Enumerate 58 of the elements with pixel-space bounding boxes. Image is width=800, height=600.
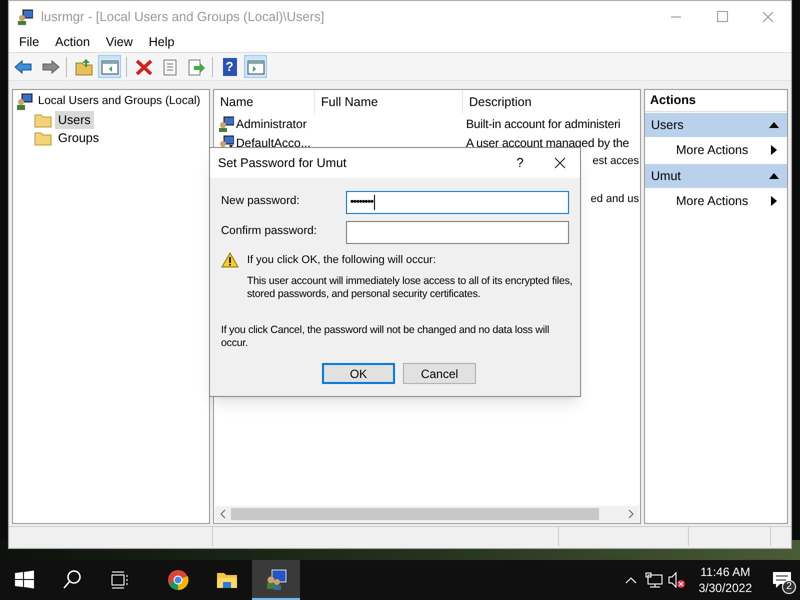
scrollbar-thumb[interactable] <box>231 508 599 520</box>
clock-time: 11:46 AM <box>700 564 750 580</box>
clock[interactable]: 11:46 AM 3/30/2022 <box>698 564 752 596</box>
tree-item[interactable]: Local Users and Groups (Local) <box>38 93 200 111</box>
warning-heading: If you click OK, the following will occur: <box>247 253 437 267</box>
action-link[interactable]: More Actions <box>676 192 748 210</box>
section-title: Users <box>651 116 684 134</box>
menu-item[interactable]: File <box>11 33 48 52</box>
app-icon <box>17 9 33 25</box>
dialog-button[interactable]: Cancel <box>403 363 476 384</box>
section-header[interactable]: Users <box>645 113 787 137</box>
toolbar-button[interactable] <box>98 55 121 78</box>
field-label: New password: <box>221 194 301 210</box>
submenu-arrow-icon <box>771 145 777 155</box>
computer-users-icon <box>16 93 34 111</box>
help-icon: ? <box>222 58 236 76</box>
password-field[interactable]: •••••••• <box>346 190 569 214</box>
table-cell-text: DefaultAcco... <box>236 134 311 152</box>
info-text: If you click Cancel, the password will not be changed and no data loss will occur. <box>221 324 550 350</box>
export-icon <box>186 56 206 76</box>
table-cell-text: Administrator <box>236 116 307 132</box>
panel-title: Actions <box>645 90 787 112</box>
column-header[interactable]: Full Name <box>314 90 462 114</box>
menu-item[interactable]: View <box>98 33 141 52</box>
dialog-button[interactable]: OK <box>322 363 395 384</box>
table-cell-text: Built-in account for administeri <box>466 116 620 132</box>
list-row[interactable]: Administrator Built-in account for administeri <box>214 114 640 133</box>
warning-icon <box>221 252 239 268</box>
section-title: Umut <box>651 168 681 185</box>
submenu-arrow-icon <box>771 196 777 206</box>
muted-speaker-icon[interactable] <box>666 571 687 589</box>
window-title: lusrmgr - [Local Users and Groups (Local)\Users] <box>41 8 324 26</box>
clock-date: 3/30/2022 <box>698 580 752 596</box>
chrome-icon <box>166 568 190 592</box>
field-label: Confirm password: <box>221 224 318 240</box>
close-icon[interactable] <box>552 155 568 171</box>
warning-text: This user account will immediately lose access to all of its encrypted files, stored passwords, and personal security certificates. <box>247 275 574 301</box>
password-field[interactable] <box>346 220 569 244</box>
section-header[interactable]: Umut <box>645 164 787 188</box>
column-header[interactable]: Description <box>462 90 640 114</box>
tree-item[interactable]: Groups <box>55 128 102 148</box>
column-header[interactable]: Name <box>214 90 314 114</box>
dialog-title: Set Password for Umut <box>218 154 348 172</box>
toolbar-button[interactable]: ? <box>218 55 241 78</box>
computer-users-icon <box>264 567 288 591</box>
toolbar-button[interactable] <box>244 55 267 78</box>
taskbar-button[interactable] <box>252 560 300 600</box>
table-cell-text: A user account managed by the <box>466 134 629 152</box>
menu-item[interactable]: Action <box>47 33 98 52</box>
notification-badge: 2 <box>782 580 796 594</box>
user-icon <box>218 116 234 132</box>
folder-icon <box>74 56 94 76</box>
tree-item[interactable]: Users <box>55 110 94 130</box>
menu-item[interactable]: Help <box>140 33 182 52</box>
help-button[interactable]: ? <box>510 153 530 173</box>
network-icon[interactable] <box>644 572 663 588</box>
action-link[interactable]: More Actions <box>676 140 748 160</box>
horizontal-scrollbar[interactable] <box>215 506 639 522</box>
